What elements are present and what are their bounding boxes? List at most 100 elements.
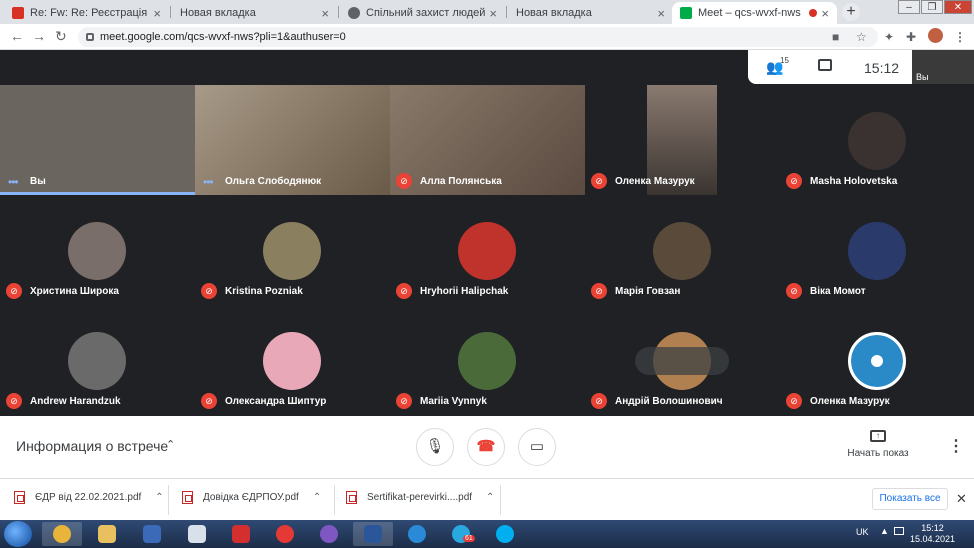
participant-avatar [848,112,906,170]
present-now-button[interactable]: ↑ Начать показ [838,430,918,459]
start-button[interactable] [4,521,32,547]
chevron-up-icon[interactable]: ⌃ [486,492,494,503]
speaking-indicator-icon: ••• [8,175,19,189]
camera-indicator-icon[interactable]: ■ [832,30,839,44]
chat-icon[interactable] [818,59,832,71]
participant-tile[interactable]: ⊘ Марія Говзан [585,195,780,305]
meeting-info-button[interactable]: Информация о встрече [16,438,168,454]
tab-label: Новая вкладка [180,7,256,19]
participant-tile[interactable]: ⊘ Hryhorii Halipchak [390,195,585,305]
tab-label: Спільний захист людей та нав [366,7,486,19]
camera-button[interactable]: ▭ [518,428,556,466]
taskbar-viber[interactable] [309,522,349,546]
participant-tile[interactable]: ••• Ольга Слободянюк [195,85,390,195]
participant-tile[interactable]: ⊘ Андрій Волошинович [585,305,780,415]
maximize-button[interactable]: ❐ [921,0,943,14]
participant-name: Kristina Pozniak [225,286,303,297]
tab-meet[interactable]: Meet – qcs-wvxf-nws × [672,2,837,24]
window-close-button[interactable]: ✕ [944,0,972,14]
participant-name: Hryhorii Halipchak [420,286,509,297]
chevron-up-icon[interactable]: ⌃ [313,492,321,503]
participant-tile[interactable]: ⊘ Kristina Pozniak [195,195,390,305]
participant-tile[interactable]: ⊘ Алла Полянська [390,85,585,195]
tab-2[interactable]: Новая вкладка × [172,2,337,24]
participant-name: Вы [30,176,46,187]
more-options-icon[interactable]: ⋮ [948,436,964,456]
taskbar-document[interactable] [177,522,217,546]
acrobat-icon [232,525,250,543]
present-screen-icon: ↑ [870,430,886,442]
url-input[interactable]: meet.google.com/qcs-wvxf-nws?pli=1&authu… [78,27,878,47]
back-icon[interactable]: ← [10,28,24,44]
taskbar-opera[interactable] [265,522,305,546]
taskbar-skype[interactable] [485,522,525,546]
end-call-button[interactable]: ☎ [467,428,505,466]
close-icon[interactable]: × [153,6,161,21]
muted-mic-icon: ⊘ [6,283,22,299]
participant-tile[interactable]: ⊘ Христина Широка [0,195,195,305]
participant-avatar [68,222,126,280]
show-all-downloads-button[interactable]: Показать все [872,488,948,510]
taskbar-telegram[interactable]: 61 [441,522,481,546]
taskbar-edge[interactable] [397,522,437,546]
participant-tile[interactable]: ⊘ Оленка Мазурук [585,85,780,195]
new-tab-button[interactable]: + [842,3,860,21]
download-item[interactable]: Довідка ЄДРПОУ.pdf ⌃ [182,491,321,504]
self-preview[interactable]: Вы [912,50,974,84]
opera-icon [276,525,294,543]
chevron-up-icon[interactable]: ⌃ [166,438,175,451]
muted-mic-icon: ⊘ [786,393,802,409]
forward-icon[interactable]: → [32,28,46,44]
microphone-button[interactable]: 🎙 [416,428,454,466]
taskbar-acrobat[interactable] [221,522,261,546]
tray-arrow-icon[interactable]: ▲ [880,526,889,536]
tab-1[interactable]: Re: Fw: Re: Реєстрація ОКД • за × [4,2,169,24]
participant-tile[interactable]: ⊘ Віка Момот [780,195,974,305]
extension-icon[interactable]: ✦ [884,30,894,44]
participant-avatar [263,222,321,280]
participant-tile[interactable]: ⊘ Олександра Шиптур [195,305,390,415]
network-icon[interactable] [894,527,904,535]
system-clock[interactable]: 15:12 15.04.2021 [910,523,955,545]
bookmark-star-icon[interactable]: ☆ [856,30,867,44]
taskbar-word[interactable] [353,522,393,546]
tile-hover-controls[interactable] [635,347,729,375]
download-item[interactable]: Sertifikat-perevirki....pdf ⌃ [346,491,494,504]
tab-4[interactable]: Новая вкладка × [508,2,673,24]
participant-name: Masha Holovetska [810,176,898,187]
muted-mic-icon: ⊘ [201,283,217,299]
meeting-info-panel: 👥 15 15:12 [748,50,912,84]
viber-icon [320,525,338,543]
word-icon [364,525,382,543]
participant-name: Віка Момот [810,286,866,297]
taskbar-folder[interactable] [87,522,127,546]
taskbar-mail[interactable] [132,522,172,546]
participant-tile[interactable]: ⊘ Andrew Harandzuk [0,305,195,415]
close-icon[interactable]: × [489,6,497,21]
close-icon[interactable]: × [321,6,329,21]
close-icon[interactable]: ✕ [956,491,967,507]
taskbar-chrome[interactable] [42,522,82,546]
muted-mic-icon: ⊘ [786,173,802,189]
participant-name: Марія Говзан [615,286,681,297]
participant-tile[interactable]: ⊘ Mariia Vynnyk [390,305,585,415]
document-icon [188,525,206,543]
participant-tile[interactable]: ⊘ Masha Holovetska [780,85,974,195]
muted-mic-icon: ⊘ [591,393,607,409]
muted-mic-icon: ⊘ [591,283,607,299]
participant-tile[interactable]: ••• Вы [0,85,195,195]
menu-icon[interactable]: ⋮ [954,30,966,44]
reload-icon[interactable]: ↻ [55,28,67,45]
puzzle-icon[interactable]: ✚ [906,30,916,44]
close-icon[interactable]: × [821,6,829,21]
tab-3[interactable]: Спільний захист людей та нав × [340,2,505,24]
chevron-up-icon[interactable]: ⌃ [155,492,163,503]
minimize-button[interactable]: – [898,0,920,14]
participant-tile[interactable]: ⊘ Оленка Мазурук [780,305,974,415]
download-item[interactable]: ЄДР від 22.02.2021.pdf ⌃ [14,491,164,504]
profile-avatar[interactable] [928,28,943,43]
participant-name: Оленка Мазурук [615,176,695,187]
close-icon[interactable]: × [657,6,665,21]
muted-mic-icon: ⊘ [591,173,607,189]
language-indicator[interactable]: UK [856,527,869,537]
